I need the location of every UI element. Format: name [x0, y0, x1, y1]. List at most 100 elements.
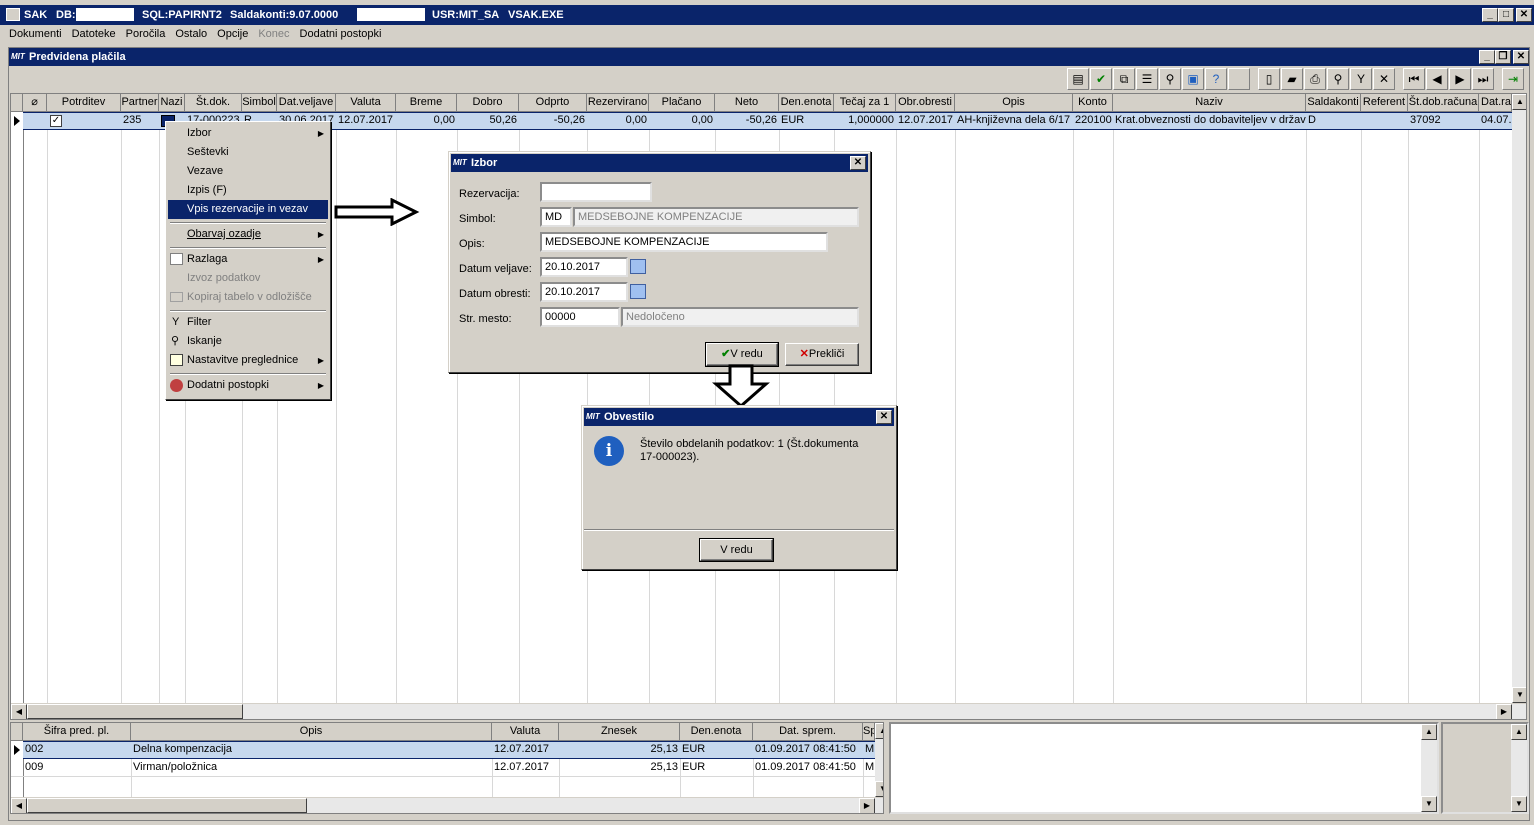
calendar-icon[interactable]	[630, 284, 646, 299]
memo2-vscroll[interactable]: ▲ ▼	[1511, 724, 1527, 812]
col-znesek[interactable]: Znesek	[559, 723, 680, 741]
clear-icon[interactable]: ✕	[1373, 68, 1395, 90]
memo-pane-2[interactable]: ▲ ▼	[1441, 722, 1529, 814]
menu-ostalo[interactable]: Ostalo	[170, 25, 212, 43]
col-obrobresti[interactable]: Obr.obresti	[896, 94, 955, 112]
ctx-vpis-rezervacije[interactable]: Vpis rezervacije in vezav	[168, 200, 328, 219]
menu-dodatni-postopki[interactable]: Dodatni postopki	[295, 25, 387, 43]
bottom-hscroll[interactable]: ◀ ▶	[11, 797, 883, 813]
list-icon[interactable]: ☰	[1136, 68, 1158, 90]
col-bdenenota[interactable]: Den.enota	[680, 723, 753, 741]
ctx-dodatni-postopki[interactable]: Dodatni postopki ▶	[168, 376, 328, 395]
col-bvaluta[interactable]: Valuta	[492, 723, 559, 741]
prev-record-icon[interactable]: ◀	[1426, 68, 1448, 90]
child-close-button[interactable]: ✕	[1513, 50, 1529, 64]
memo-pane[interactable]: ▲ ▼	[889, 722, 1439, 814]
menu-dokumenti[interactable]: Dokumenti	[4, 25, 67, 43]
scroll-up-arrow-icon[interactable]: ▲	[1421, 724, 1437, 740]
col-partner[interactable]: Partner	[121, 94, 159, 112]
menu-konec[interactable]: Konec	[253, 25, 294, 43]
simbol-code-input[interactable]: MD	[540, 207, 572, 227]
bottom-grid[interactable]: Šifra pred. pl. Opis Valuta Znesek Den.e…	[10, 722, 884, 814]
col-opis[interactable]: Opis	[955, 94, 1073, 112]
col-rezervirano[interactable]: Rezervirano	[587, 94, 649, 112]
blank-tool-icon[interactable]	[1228, 68, 1250, 90]
scroll-up-arrow-icon[interactable]: ▲	[1512, 94, 1526, 110]
col-tecaj[interactable]: Tečaj za 1	[834, 94, 896, 112]
close-button[interactable]: ✕	[1516, 8, 1532, 22]
ctx-razlaga[interactable]: Razlaga ▶	[168, 250, 328, 269]
ctx-vezave[interactable]: Vezave	[168, 162, 328, 181]
col-nazi[interactable]: Nazi	[159, 94, 185, 112]
col-placano[interactable]: Plačano	[649, 94, 715, 112]
ctx-obarvaj-ozadje[interactable]: Obarvaj ozadje ▶	[168, 225, 328, 244]
open-folder-icon[interactable]: ▰	[1281, 68, 1303, 90]
col-odprto[interactable]: Odprto	[519, 94, 587, 112]
confirm-icon[interactable]: ✔	[1090, 68, 1112, 90]
main-hscroll[interactable]: ◀ ▶	[11, 703, 1526, 719]
col-naziv[interactable]: Naziv	[1113, 94, 1306, 112]
col-datrac[interactable]: Dat.rač	[1479, 94, 1512, 112]
child-restore-button[interactable]: ❐	[1495, 50, 1511, 64]
str-mesto-input[interactable]: 00000	[540, 307, 620, 327]
scroll-down-arrow-icon[interactable]: ▼	[1511, 796, 1527, 812]
col-stdok[interactable]: Št.dok.	[185, 94, 242, 112]
col-neto[interactable]: Neto	[715, 94, 779, 112]
izbor-close-button[interactable]: ✕	[850, 156, 866, 170]
last-record-icon[interactable]: ⏭	[1472, 68, 1494, 90]
maximize-button[interactable]: □	[1498, 8, 1514, 22]
col-potrditev[interactable]: Potrditev	[47, 94, 121, 112]
col-bopis[interactable]: Opis	[131, 723, 492, 741]
ctx-kopiraj-tabelo[interactable]: Kopiraj tabelo v odložišče	[168, 288, 328, 307]
filter-icon[interactable]: Y	[1350, 68, 1372, 90]
scroll-down-arrow-icon[interactable]: ▼	[875, 781, 883, 797]
scroll-right-arrow-icon[interactable]: ▶	[1496, 704, 1512, 719]
ctx-filter[interactable]: Y Filter	[168, 313, 328, 332]
hscroll-thumb[interactable]	[27, 704, 243, 719]
ctx-nastavitve[interactable]: Nastavitve preglednice ▶	[168, 351, 328, 370]
next-record-icon[interactable]: ▶	[1449, 68, 1471, 90]
datum-veljave-input[interactable]: 20.10.2017	[540, 257, 628, 277]
menu-porocila[interactable]: Poročila	[121, 25, 171, 43]
col-sifra[interactable]: Šifra pred. pl.	[23, 723, 131, 741]
scroll-down-arrow-icon[interactable]: ▼	[1421, 796, 1437, 812]
copy-icon[interactable]: ⧉	[1113, 68, 1135, 90]
col-referent[interactable]: Referent	[1361, 94, 1408, 112]
rezervacija-input[interactable]	[540, 182, 652, 202]
help-icon[interactable]: ?	[1205, 68, 1227, 90]
col-breme[interactable]: Breme	[396, 94, 457, 112]
col-konto[interactable]: Konto	[1073, 94, 1113, 112]
hscroll-thumb[interactable]	[27, 798, 307, 813]
col-datveljave[interactable]: Dat.veljave	[277, 94, 336, 112]
izbor-cancel-button[interactable]: ✕Prekliči	[785, 343, 859, 366]
col-stdobracuna[interactable]: Št.dob.računa	[1408, 94, 1479, 112]
attach-col-header[interactable]: ⌀	[23, 94, 47, 112]
obvestilo-ok-button[interactable]: V redu	[699, 538, 774, 562]
col-sp[interactable]: Sp	[863, 723, 875, 741]
scroll-down-arrow-icon[interactable]: ▼	[1512, 687, 1526, 703]
menu-opcije[interactable]: Opcije	[212, 25, 253, 43]
potrditev-checkbox[interactable]: ✓	[50, 115, 62, 127]
obvestilo-close-button[interactable]: ✕	[876, 410, 892, 424]
minimize-button[interactable]: _	[1482, 8, 1498, 22]
page-icon[interactable]: ▯	[1258, 68, 1280, 90]
attach-icon[interactable]: ⚲	[1159, 68, 1181, 90]
exit-icon[interactable]: ⇥	[1502, 68, 1524, 90]
col-dobro[interactable]: Dobro	[457, 94, 519, 112]
opis-input[interactable]: MEDSEBOJNE KOMPENZACIJE	[540, 232, 828, 252]
scroll-up-arrow-icon[interactable]: ▲	[875, 723, 883, 739]
new-doc-icon[interactable]: ▤	[1067, 68, 1089, 90]
print-icon[interactable]: ⎙	[1304, 68, 1326, 90]
col-saldakonti[interactable]: Saldakonti	[1306, 94, 1361, 112]
ctx-iskanje[interactable]: ⚲ Iskanje	[168, 332, 328, 351]
col-datsprem[interactable]: Dat. sprem.	[753, 723, 863, 741]
col-denenota[interactable]: Den.enota	[779, 94, 834, 112]
ctx-izpis[interactable]: Izpis (F)	[168, 181, 328, 200]
bottom-vscroll[interactable]: ▲ ▼	[875, 723, 883, 797]
ctx-izbor[interactable]: Izbor ▶	[168, 124, 328, 143]
search-icon[interactable]: ⚲	[1327, 68, 1349, 90]
ctx-sestevki[interactable]: Seštevki	[168, 143, 328, 162]
scroll-right-arrow-icon[interactable]: ▶	[859, 798, 875, 813]
datum-obresti-input[interactable]: 20.10.2017	[540, 282, 628, 302]
menu-datoteke[interactable]: Datoteke	[67, 25, 121, 43]
